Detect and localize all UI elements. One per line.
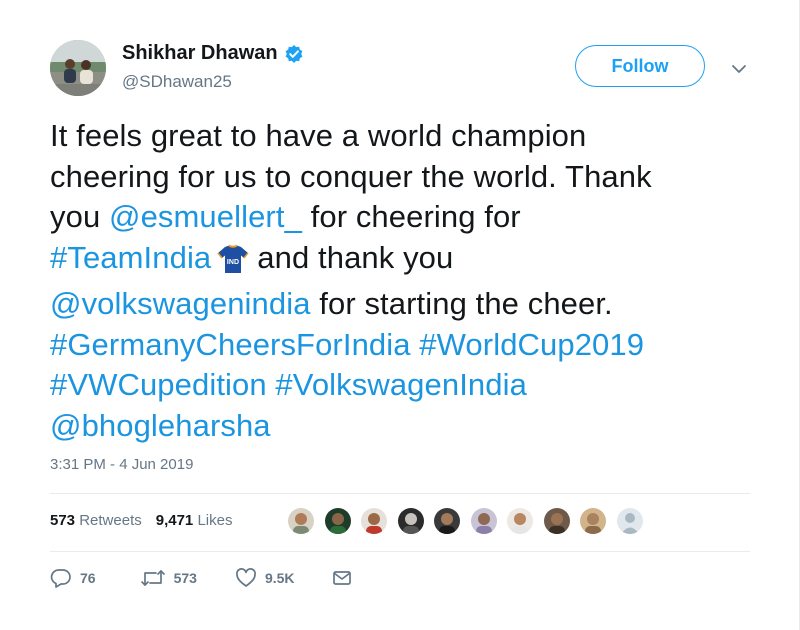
liker-avatar[interactable] — [359, 506, 389, 536]
follow-button[interactable]: Follow — [575, 45, 705, 87]
divider — [50, 493, 750, 494]
hashtag-link-worldcup2019[interactable]: #WorldCup2019 — [419, 327, 644, 362]
liker-avatar[interactable] — [505, 506, 535, 536]
heart-icon — [236, 568, 256, 587]
liker-avatars — [286, 506, 651, 536]
author-handle[interactable]: @SDhawan25 — [122, 72, 232, 92]
tweet-line: #TeamIndia IND and thank you — [50, 238, 750, 285]
envelope-icon — [332, 571, 351, 585]
retweets-count: 573 — [50, 512, 76, 529]
tweet-text-segment: for starting the cheer. — [310, 286, 613, 321]
tweet-actions: 76 573 9.5K — [50, 568, 387, 588]
like-button[interactable]: 9.5K — [235, 568, 295, 588]
likes-stat[interactable]: 9,471 Likes — [156, 512, 233, 529]
tweet-text-segment: and thank you — [257, 239, 454, 275]
liker-avatar[interactable] — [286, 506, 316, 536]
reply-icon — [50, 569, 71, 588]
tweet-timestamp[interactable]: 3:31 PM - 4 Jun 2019 — [50, 456, 193, 473]
hashtag-link-volkswagenindia[interactable]: #VolkswagenIndia — [275, 367, 527, 402]
mention-link-bhogleharsha[interactable]: @bhogleharsha — [50, 408, 271, 443]
tweet-text: It feels great to have a world champion … — [50, 116, 750, 446]
tweet-text-segment: It feels great to have a world champion — [50, 118, 587, 153]
reply-button[interactable]: 76 — [50, 568, 96, 588]
divider — [50, 551, 750, 552]
tweet-card: Shikhar Dhawan @SDhawan25 Follow It feel… — [0, 0, 800, 630]
tweet-line: It feels great to have a world champion — [50, 116, 750, 157]
india-cricket-jersey-emoji: IND — [217, 244, 249, 285]
liker-avatar[interactable] — [432, 506, 462, 536]
retweets-stat[interactable]: 573 Retweets — [50, 512, 142, 529]
like-count: 9.5K — [264, 570, 295, 586]
hashtag-link-vwcupedition[interactable]: #VWCupedition — [50, 367, 267, 402]
hashtag-link-teamindia[interactable]: #TeamIndia — [50, 240, 211, 275]
retweets-label: Retweets — [79, 512, 142, 529]
engagement-stats: 573 Retweets 9,471 Likes — [50, 512, 246, 529]
mention-link-volkswagenindia[interactable]: @volkswagenindia — [50, 286, 311, 321]
tweet-text-segment: cheering for us to conquer the world. Th… — [50, 158, 652, 194]
tweet-line: @bhogleharsha — [50, 406, 750, 447]
tweet-line: you @esmuellert_ for cheering for — [50, 197, 750, 238]
likes-count: 9,471 — [155, 512, 194, 529]
reply-count: 76 — [80, 570, 96, 586]
tweet-line: @volkswagenindia for starting the cheer. — [50, 284, 750, 325]
author-name-row: Shikhar Dhawan — [122, 42, 304, 65]
tweet-line: cheering for us to conquer the world. Th… — [50, 157, 750, 198]
tweet-text-segment: for cheering for — [301, 199, 521, 234]
tweet-line: #VWCupedition #VolkswagenIndia — [50, 365, 750, 406]
tweet-line: #GermanyCheersForIndia #WorldCup2019 — [50, 325, 750, 366]
author-avatar[interactable] — [50, 40, 106, 96]
retweet-button[interactable]: 573 — [140, 568, 197, 588]
verified-badge-icon — [284, 44, 304, 64]
author-name[interactable]: Shikhar Dhawan — [122, 42, 278, 65]
direct-message-button[interactable] — [331, 568, 361, 588]
liker-avatar[interactable] — [322, 506, 353, 536]
liker-avatar[interactable] — [395, 506, 426, 536]
jersey-label: IND — [227, 259, 239, 266]
liker-avatar[interactable] — [578, 506, 608, 536]
liker-avatar[interactable] — [468, 506, 499, 536]
hashtag-link-germanycheersforindia[interactable]: #GermanyCheersForIndia — [50, 327, 411, 362]
liker-avatar[interactable] — [541, 506, 572, 536]
retweet-count: 573 — [173, 570, 197, 586]
mention-link-esmuellert[interactable]: @esmuellert_ — [109, 199, 302, 234]
tweet-text-segment: you — [50, 199, 109, 234]
default-avatar-icon[interactable] — [614, 506, 645, 536]
retweet-icon — [140, 570, 165, 586]
likes-label: Likes — [197, 512, 233, 529]
chevron-down-icon[interactable] — [728, 58, 750, 80]
